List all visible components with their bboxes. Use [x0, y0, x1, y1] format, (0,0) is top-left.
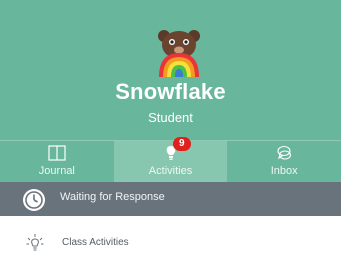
book-icon: [48, 145, 66, 161]
tab-activities-label: Activities: [148, 165, 193, 177]
tab-bar: Journal 9 Activities Inbox: [0, 137, 341, 182]
lightbulb-icon: [26, 234, 44, 251]
chat-bubbles-icon: [277, 145, 292, 160]
list-item-label: Class Activities: [62, 237, 129, 248]
status-text: Waiting for Response: [60, 191, 165, 203]
profile-role: Student: [148, 110, 193, 125]
tab-journal-label: Journal: [38, 165, 75, 177]
list-item-class-activities[interactable]: Class Activities: [0, 228, 341, 260]
student-panel: Snowflake Student Journal 9 Activities I…: [0, 0, 341, 266]
tab-activities[interactable]: 9 Activities: [113, 137, 228, 182]
profile-header: Snowflake Student: [0, 0, 341, 140]
tab-inbox[interactable]: Inbox: [227, 141, 341, 182]
rainbow-bear-avatar: [158, 30, 200, 77]
clock-icon: [23, 189, 45, 211]
status-bar[interactable]: Waiting for Response: [0, 182, 341, 216]
profile-name: Snowflake: [115, 79, 226, 104]
tab-journal[interactable]: Journal: [0, 141, 114, 182]
activities-badge: 9: [172, 137, 191, 151]
tab-inbox-label: Inbox: [270, 165, 298, 177]
